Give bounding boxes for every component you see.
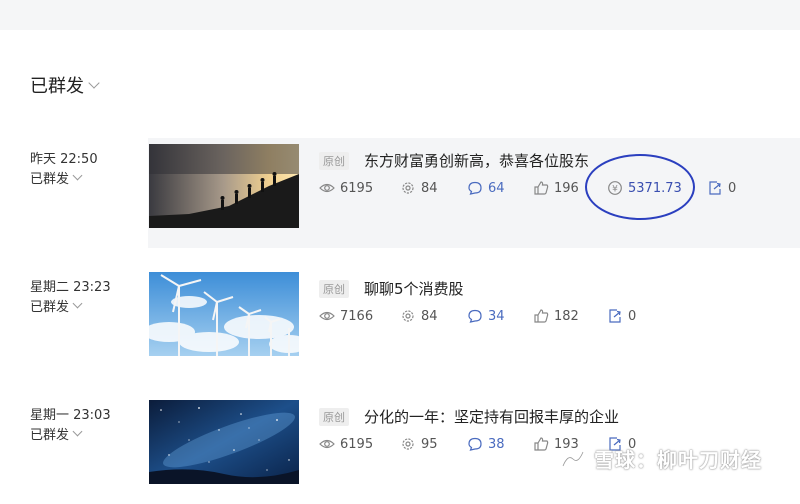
original-badge: 原创 xyxy=(319,152,349,170)
likes-stat: 182 xyxy=(533,306,579,326)
original-badge: 原创 xyxy=(319,408,349,426)
comments-count: 38 xyxy=(488,436,505,452)
post-time: 昨天 22:50 xyxy=(30,152,98,167)
shares-count: 95 xyxy=(421,436,438,452)
status-dropdown[interactable]: 已群发 xyxy=(30,296,83,315)
likes-stat: 196 xyxy=(533,178,579,198)
shares-count: 84 xyxy=(421,308,438,324)
gear-icon xyxy=(402,310,414,322)
comment-icon xyxy=(468,181,482,195)
forwards-stat: 0 xyxy=(707,178,736,198)
chevron-down-icon xyxy=(88,77,100,89)
views-count: 7166 xyxy=(340,308,374,324)
views-stat: 7166 xyxy=(319,306,373,326)
annotation-circle xyxy=(585,154,695,220)
thumbs-up-icon xyxy=(534,309,549,323)
eye-icon xyxy=(319,439,335,449)
eye-icon xyxy=(319,183,335,193)
post-title[interactable]: 聊聊5个消费股 xyxy=(364,278,464,299)
watermark-text: 雪球：柳叶刀财经 xyxy=(594,448,762,472)
thumbnail-starry-sky[interactable] xyxy=(149,400,299,484)
comments-count: 34 xyxy=(488,308,505,324)
post-time: 星期二 23:23 xyxy=(30,280,111,295)
chevron-down-icon xyxy=(72,170,83,181)
status-dropdown[interactable]: 已群发 xyxy=(30,424,83,443)
comment-icon xyxy=(468,309,482,323)
comments-stat: 64 xyxy=(467,178,505,198)
likes-count: 182 xyxy=(554,308,579,324)
post-title[interactable]: 东方财富勇创新高，恭喜各位股东 xyxy=(364,150,589,171)
status-label: 已群发 xyxy=(30,300,70,315)
post-title[interactable]: 分化的一年：坚定持有回报丰厚的企业 xyxy=(364,406,619,427)
forwards-count: 0 xyxy=(628,308,637,324)
gear-icon xyxy=(402,438,414,450)
comment-icon xyxy=(468,437,482,451)
eye-icon xyxy=(319,311,335,321)
status-label: 已群发 xyxy=(30,172,70,187)
thumbnail-wind-turbines[interactable] xyxy=(149,272,299,356)
views-count: 6195 xyxy=(340,436,374,452)
section-title: 已群发 xyxy=(30,76,84,97)
original-badge: 原创 xyxy=(319,280,349,298)
thumbnail-hikers[interactable] xyxy=(149,144,299,228)
shares-stat: 84 xyxy=(400,178,438,198)
comments-count: 64 xyxy=(488,180,505,196)
section-filter-dropdown[interactable]: 已群发 xyxy=(30,72,100,98)
chevron-down-icon xyxy=(72,298,83,309)
status-label: 已群发 xyxy=(30,428,70,443)
post-time: 星期一 23:03 xyxy=(30,408,111,423)
thumbs-up-icon xyxy=(534,437,549,451)
share-icon xyxy=(709,181,721,195)
shares-stat: 84 xyxy=(400,306,438,326)
forwards-stat: 0 xyxy=(607,306,636,326)
status-dropdown[interactable]: 已群发 xyxy=(30,168,83,187)
forwards-count: 0 xyxy=(728,180,737,196)
list-item[interactable]: 星期二 23:23 已群发 原创 聊聊5个消费股 7166 84 34 182 … xyxy=(0,266,800,376)
thumbs-up-icon xyxy=(534,181,549,195)
shares-count: 84 xyxy=(421,180,438,196)
shares-stat: 95 xyxy=(400,434,438,454)
views-stat: 6195 xyxy=(319,178,373,198)
views-stat: 6195 xyxy=(319,434,373,454)
chevron-down-icon xyxy=(72,426,83,437)
views-count: 6195 xyxy=(340,180,374,196)
watermark: 雪球：柳叶刀财经 xyxy=(560,444,762,473)
snowball-logo-icon xyxy=(561,450,585,467)
gear-icon xyxy=(402,182,414,194)
comments-stat: 34 xyxy=(467,306,505,326)
list-item[interactable]: 昨天 22:50 已群发 原创 东方财富勇创新高，恭喜各位股东 6195 84 … xyxy=(0,138,800,248)
share-icon xyxy=(609,309,621,323)
top-bar xyxy=(0,0,800,30)
likes-count: 196 xyxy=(554,180,579,196)
comments-stat: 38 xyxy=(467,434,505,454)
